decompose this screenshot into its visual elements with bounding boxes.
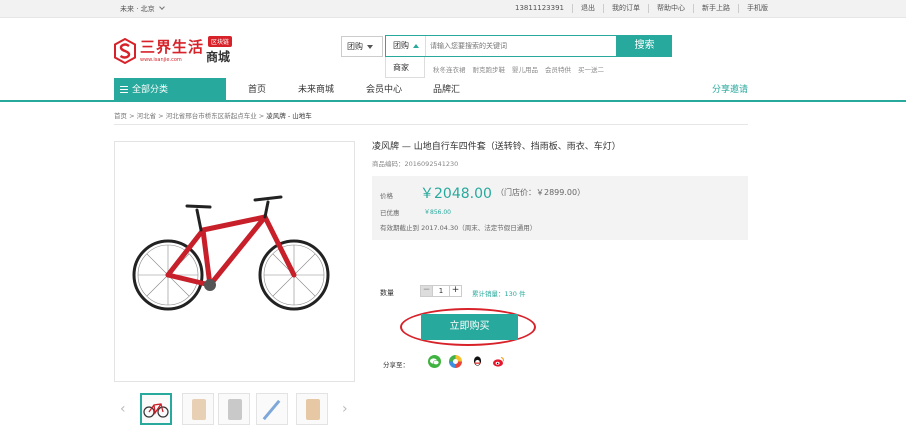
- saved-label: 已优惠: [380, 209, 400, 217]
- newbie-guide-link[interactable]: 新手上路: [693, 4, 738, 13]
- product-code: 商品编码：2016092541230: [372, 160, 459, 168]
- thumbnail-bicycle[interactable]: [140, 393, 172, 425]
- search-type-select[interactable]: 团购: [386, 36, 426, 56]
- product-title: 凌风牌 — 山地自行车四件套（送转铃、挡雨板、雨衣、车灯）: [372, 142, 621, 152]
- qq-icon[interactable]: [471, 355, 484, 368]
- saved-amount: ￥856.00: [424, 209, 451, 216]
- top-links: 13811123391 退出 我的订单 帮助中心 新手上路 手机版: [507, 4, 776, 13]
- location-label: 未来 · 北京: [120, 5, 155, 13]
- quantity-stepper: − 1 +: [420, 285, 462, 297]
- breadcrumb-home[interactable]: 首页: [114, 112, 127, 120]
- validity-text: 有效期截止到 2017.04.30（周末、法定节假日通用）: [380, 224, 537, 232]
- price-label: 价格: [380, 192, 393, 200]
- thumbnail-blue-pen[interactable]: [256, 393, 288, 425]
- logo-url: www.isanjie.com: [140, 57, 182, 63]
- search-input[interactable]: [430, 38, 610, 54]
- top-bar: 未来 · 北京 13811123391 退出 我的订单 帮助中心 新手上路 手机…: [0, 0, 906, 18]
- share-label: 分享至：: [383, 361, 409, 369]
- hot-keyword[interactable]: 秋冬连衣裙: [433, 64, 466, 74]
- location-selector[interactable]: 未来 · 北京: [120, 4, 165, 14]
- quantity-increase-button[interactable]: +: [450, 286, 461, 296]
- thumbnail-gold-tablet[interactable]: [182, 393, 214, 425]
- thumbnail-silver-tablet[interactable]: [218, 393, 250, 425]
- hot-keyword[interactable]: 耐克跑步鞋: [473, 64, 506, 74]
- thumb-prev-icon[interactable]: ‹: [120, 401, 126, 417]
- moments-icon[interactable]: [449, 355, 462, 368]
- quantity-value[interactable]: 1: [432, 286, 450, 296]
- quantity-decrease-button[interactable]: −: [421, 286, 432, 296]
- search-category-select[interactable]: 团购: [341, 36, 383, 57]
- hot-keyword[interactable]: 婴儿用品: [512, 64, 538, 74]
- help-center-link[interactable]: 帮助中心: [648, 4, 693, 13]
- user-phone-link[interactable]: 13811123391: [507, 4, 572, 13]
- logout-link[interactable]: 退出: [572, 4, 603, 13]
- site-logo[interactable]: 三界生活 区块链 商城 www.isanjie.com: [114, 36, 244, 66]
- logo-mall: 商城: [206, 50, 231, 64]
- breadcrumb-store[interactable]: 河北省邢台市桥东区新起点车业: [166, 112, 257, 120]
- nav-item-home[interactable]: 首页: [248, 78, 266, 102]
- sales-count: 累计销量：130 件: [472, 290, 526, 298]
- store-price: （门店价：￥2899.00）: [496, 188, 586, 197]
- search-button[interactable]: 搜索: [617, 35, 672, 57]
- thumbnail-strip: ‹ ›: [114, 392, 355, 425]
- caret-down-icon: [367, 44, 373, 49]
- buy-now-button[interactable]: 立即购买: [421, 314, 518, 340]
- product-price: ￥2048.00: [420, 186, 492, 202]
- weibo-icon[interactable]: [492, 355, 505, 368]
- logo-badge: 区块链: [208, 36, 233, 47]
- product-main-image[interactable]: [114, 141, 355, 382]
- hot-keyword[interactable]: 买一送二: [578, 64, 604, 74]
- thumb-next-icon[interactable]: ›: [342, 401, 348, 417]
- search-type-option-merchant[interactable]: 商家: [385, 57, 425, 78]
- breadcrumb-current: 凌风牌 - 山地车: [266, 112, 312, 120]
- my-orders-link[interactable]: 我的订单: [603, 4, 648, 13]
- bicycle-image: [132, 195, 330, 311]
- price-panel: 价格 ￥2048.00 （门店价：￥2899.00） 已优惠 ￥856.00 有…: [372, 176, 748, 240]
- breadcrumb: 首页 > 河北省 > 河北省邢台市桥东区新起点车业 > 凌风牌 - 山地车: [114, 112, 312, 120]
- search-category-label: 团购: [347, 42, 363, 51]
- mobile-version-link[interactable]: 手机版: [738, 4, 776, 13]
- breadcrumb-province[interactable]: 河北省: [137, 112, 157, 120]
- nav-item-member-center[interactable]: 会员中心: [366, 78, 402, 102]
- nav-item-brands[interactable]: 品牌汇: [433, 78, 460, 102]
- all-categories-label: 全部分类: [132, 85, 169, 95]
- nav-item-future-mall[interactable]: 未来商城: [298, 78, 334, 102]
- logo-s-icon: [114, 37, 136, 65]
- menu-icon: [120, 86, 128, 93]
- share-invite-link[interactable]: 分享邀请: [712, 78, 748, 102]
- all-categories-button[interactable]: 全部分类: [114, 78, 226, 102]
- main-nav: 全部分类 首页 未来商城 会员中心 品牌汇 分享邀请: [0, 78, 906, 102]
- thumbnail-gold-phone[interactable]: [296, 393, 328, 425]
- logo-name: 三界生活: [140, 38, 205, 56]
- hot-keywords: 秋冬连衣裙 耐克跑步鞋 婴儿用品 会员特供 买一送二: [433, 64, 604, 74]
- caret-up-icon: [413, 43, 419, 48]
- hot-keyword[interactable]: 会员特供: [545, 64, 571, 74]
- wechat-icon[interactable]: [428, 355, 441, 368]
- chevron-down-icon: [159, 4, 165, 10]
- search-box: 团购: [385, 35, 617, 57]
- search-type-label: 团购: [393, 41, 409, 50]
- divider: [114, 124, 748, 125]
- quantity-label: 数量: [380, 289, 394, 297]
